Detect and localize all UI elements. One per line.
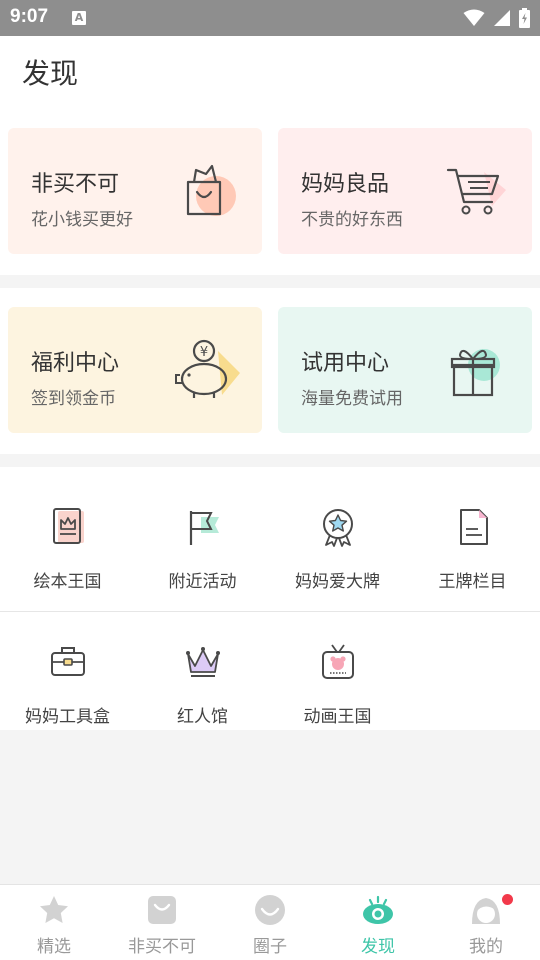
grid-label: 红人馆 [177, 707, 228, 727]
page-header: 发现 [0, 36, 540, 110]
status-time: 9:07 [10, 6, 49, 27]
bag-icon [148, 896, 176, 924]
tab-featured[interactable]: 精选 [0, 885, 108, 960]
toolbox-icon [51, 647, 85, 676]
card-fei-mai-bu-ke[interactable]: 非买不可 花小钱买更好 [8, 128, 262, 254]
grid-label: 王牌栏目 [438, 572, 507, 592]
tab-label: 发现 [361, 937, 395, 957]
flag-icon [189, 511, 219, 545]
medal-icon [323, 509, 353, 547]
grid-label: 附近活动 [168, 572, 237, 592]
tab-label: 圈子 [253, 937, 287, 957]
grid-item-mom-loves-brands[interactable]: 妈妈爱大牌 [270, 507, 405, 607]
card-subtitle: 签到领金币 [31, 389, 116, 409]
system-icons [463, 8, 530, 28]
shopping-bag-icon [186, 164, 236, 216]
smile-icon [255, 895, 285, 925]
shopping-cart-icon [446, 168, 506, 215]
tab-label: 非买不可 [128, 937, 196, 957]
promo-section-1: 非买不可 花小钱买更好 妈妈良品 不贵的好东西 [0, 110, 540, 275]
card-fu-li-zhong-xin[interactable]: 福利中心 签到领金币 ¥ [8, 307, 262, 433]
feature-grid: 绘本王国 附近活动 妈妈爱大牌 王牌栏目 妈妈工具盒 红人馆 动画王国 [0, 467, 540, 730]
grid-item-influencer-hall[interactable]: 红人馆 [135, 642, 270, 742]
card-shi-yong-zhong-xin[interactable]: 试用中心 海量免费试用 [278, 307, 532, 433]
tab-mine[interactable]: 我的 [432, 885, 540, 960]
tab-circle[interactable]: 圈子 [216, 885, 324, 960]
picture-book-icon [53, 508, 84, 544]
svg-text:¥: ¥ [200, 345, 208, 360]
tv-icon [322, 644, 354, 679]
page-title: 发现 [22, 57, 79, 90]
eye-icon [363, 895, 393, 924]
grid-item-trump-columns[interactable]: 王牌栏目 [405, 507, 540, 607]
card-subtitle: 不贵的好东西 [301, 210, 403, 230]
tab-discover[interactable]: 发现 [324, 885, 432, 960]
battery-icon [519, 8, 530, 28]
profile-icon [472, 898, 500, 924]
grid-label: 绘本王国 [33, 572, 102, 592]
wifi-icon [463, 9, 485, 26]
tab-label: 精选 [37, 937, 71, 957]
grid-item-nearby-events[interactable]: 附近活动 [135, 507, 270, 607]
notification-badge [502, 894, 513, 905]
grid-item-picture-book[interactable]: 绘本王国 [0, 507, 135, 607]
grid-item-animation-kingdom[interactable]: 动画王国 [270, 642, 405, 742]
grid-label: 妈妈工具盒 [25, 707, 110, 727]
card-title: 妈妈良品 [301, 172, 390, 197]
card-title: 福利中心 [31, 351, 120, 376]
tab-must-buy[interactable]: 非买不可 [108, 885, 216, 960]
document-icon [460, 509, 488, 545]
card-subtitle: 花小钱买更好 [31, 210, 133, 230]
gift-box-icon [450, 349, 500, 397]
bottom-tab-bar: 精选 非买不可 圈子 发现 我的 [0, 884, 540, 960]
cell-signal-icon [494, 10, 510, 26]
grid-item-mom-toolbox[interactable]: 妈妈工具盒 [0, 642, 135, 742]
grid-divider [0, 611, 540, 612]
card-ma-ma-liang-pin[interactable]: 妈妈良品 不贵的好东西 [278, 128, 532, 254]
card-title: 试用中心 [301, 351, 390, 376]
star-icon [40, 896, 68, 923]
status-bar: 9:07 A [0, 0, 540, 36]
grid-label: 动画王国 [303, 707, 372, 727]
card-title: 非买不可 [31, 172, 120, 197]
card-subtitle: 海量免费试用 [301, 389, 403, 409]
notification-a-icon: A [72, 11, 86, 25]
tab-label: 我的 [469, 937, 503, 957]
promo-section-2: 福利中心 签到领金币 ¥ 试用中心 海量免费试用 [0, 288, 540, 454]
crown-icon [186, 647, 220, 677]
piggy-bank-icon: ¥ [175, 339, 240, 398]
grid-label: 妈妈爱大牌 [295, 572, 380, 592]
